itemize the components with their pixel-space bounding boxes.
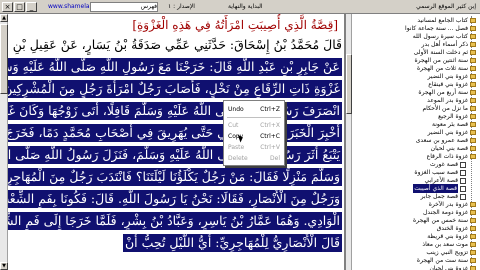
menu-item-cut[interactable]: Cut Ctrl+X bbox=[224, 120, 284, 131]
folder-icon bbox=[470, 218, 476, 223]
checkbox-icon[interactable] bbox=[460, 193, 466, 200]
selected-text-line[interactable]: يَتْبَعُ أَثَرَ رَسُولِ اللَّهِ صَلَّى ا… bbox=[8, 146, 342, 164]
menu-item-shortcut: Ctrl+X bbox=[260, 122, 280, 129]
selected-text-line[interactable]: قَالَ الْأَنْصَارِيُّ لِلْمُهَاجِرِيِّ: … bbox=[122, 234, 342, 252]
selected-text-line[interactable]: غَزْوَةِ ذَاتِ الرِّقَاعِ مِنْ نَخْلٍ، ف… bbox=[8, 80, 342, 98]
checkbox-icon[interactable] bbox=[460, 185, 466, 192]
menu-item-label: Paste bbox=[228, 144, 245, 151]
folder-icon bbox=[470, 154, 476, 159]
scroll-down-icon[interactable]: ▼ bbox=[0, 262, 8, 270]
menu-item-shortcut: Del bbox=[270, 155, 280, 162]
selected-text-line[interactable]: وَرَجُلٌ مِنَ الْأَنْصَارِ، فَقَالَا: نَ… bbox=[8, 190, 342, 208]
folder-icon bbox=[470, 122, 476, 127]
folder-icon bbox=[470, 98, 476, 103]
selected-text-line[interactable]: أُخْبِرَ الْخَبَرَ حَلَفَ لَا يَنْتَهِي … bbox=[8, 124, 342, 142]
folder-icon bbox=[470, 26, 476, 31]
window-controls: × □ _ bbox=[2, 2, 37, 12]
table-of-contents-tree[interactable]: كتاب الجامع لمسانيد فصل ... سنة جماعة كان… bbox=[344, 14, 480, 270]
book-text-panel[interactable]: [قِصَّةُ الَّذِي أُصِيبَتِ امْرَأَتُهُ ف… bbox=[8, 14, 344, 270]
folder-icon bbox=[470, 66, 476, 71]
checkbox-icon[interactable] bbox=[460, 169, 466, 176]
tree-scrollbar[interactable] bbox=[346, 14, 352, 270]
scroll-up-icon[interactable]: ▲ bbox=[0, 14, 8, 22]
checkbox-icon[interactable] bbox=[460, 177, 466, 184]
folder-icon bbox=[470, 106, 476, 111]
tree-item-label: غزوة بني لحيان bbox=[429, 265, 468, 270]
folder-icon bbox=[470, 34, 476, 39]
menu-item-shortcut: Ctrl+V bbox=[260, 144, 280, 151]
menu-item-paste[interactable]: Paste Ctrl+V bbox=[224, 142, 284, 153]
maximize-icon[interactable]: □ bbox=[14, 2, 25, 12]
folder-icon bbox=[470, 234, 476, 239]
volume-field[interactable]: فهرس bbox=[90, 2, 158, 12]
selected-text-line[interactable]: انْصَرَفَ رَسُولُ اللَّهِ صَلَّى اللَّهُ… bbox=[8, 102, 342, 120]
menu-item-label: Delete bbox=[228, 155, 248, 162]
folder-icon bbox=[470, 90, 476, 95]
chapter-title: [قِصَّةُ الَّذِي أُصِيبَتِ امْرَأَتُهُ ف… bbox=[132, 18, 338, 32]
folder-icon bbox=[470, 210, 476, 215]
edition-label: الإصدار : ١ bbox=[168, 3, 195, 10]
tree-item[interactable]: غزوة بني لحيان bbox=[429, 264, 476, 270]
menu-item-undo[interactable]: Undo Ctrl+Z bbox=[224, 104, 284, 115]
app-title: إبن كثير الموقع الرسمي bbox=[416, 3, 476, 10]
application-window: × □ _ www.shamela.ws فهرس الإصدار : ١ ال… bbox=[0, 0, 480, 270]
folder-icon bbox=[470, 202, 476, 207]
book-title: البداية والنهاية bbox=[228, 3, 263, 10]
menu-item-label: Undo bbox=[228, 106, 244, 113]
scroll-thumb[interactable] bbox=[0, 24, 8, 94]
context-menu: Undo Ctrl+Z Cut Ctrl+X Copy Ctrl+C Paste Ctr… bbox=[223, 100, 285, 166]
title-toolbar: × □ _ www.shamela.ws فهرس الإصدار : ١ ال… bbox=[0, 0, 480, 14]
menu-item-delete[interactable]: Delete Del bbox=[224, 153, 284, 164]
folder-icon bbox=[470, 242, 476, 247]
folder-icon bbox=[470, 146, 476, 151]
folder-icon bbox=[470, 266, 476, 270]
folder-icon bbox=[470, 258, 476, 263]
selected-text-line[interactable]: وَسَلَّمَ مَنْزِلًا فَقَالَ: مَنْ رَجُلٌ… bbox=[8, 168, 342, 186]
folder-icon bbox=[470, 42, 476, 47]
folder-icon bbox=[470, 130, 476, 135]
folder-icon bbox=[470, 250, 476, 255]
selected-text-line[interactable]: عَنْ جَابِرِ بْنِ عَبْدِ اللَّهِ قَالَ: … bbox=[8, 58, 342, 76]
selected-text-line[interactable]: الْوَادِي. وَهُمَا عَمَّارُ بْنُ يَاسِرٍ… bbox=[8, 212, 342, 230]
folder-icon bbox=[470, 82, 476, 87]
folder-icon bbox=[470, 226, 476, 231]
folder-icon bbox=[470, 18, 476, 23]
folder-icon bbox=[470, 74, 476, 79]
menu-item-shortcut: Ctrl+C bbox=[260, 133, 280, 140]
close-icon[interactable]: × bbox=[2, 2, 13, 12]
menu-item-shortcut: Ctrl+Z bbox=[260, 106, 280, 113]
text-scrollbar[interactable]: ▲ ▼ bbox=[0, 14, 8, 270]
checkbox-icon[interactable] bbox=[460, 161, 466, 168]
menu-item-label: Cut bbox=[228, 122, 239, 129]
folder-icon bbox=[470, 58, 476, 63]
folder-icon bbox=[470, 114, 476, 119]
tree-scroll-thumb[interactable] bbox=[346, 54, 352, 114]
folder-icon bbox=[470, 138, 476, 143]
minimize-icon[interactable]: _ bbox=[26, 2, 37, 12]
menu-item-copy[interactable]: Copy Ctrl+C bbox=[224, 131, 284, 142]
folder-icon bbox=[470, 50, 476, 55]
menu-separator bbox=[227, 117, 281, 118]
text-line[interactable]: قَالَ مُحَمَّدُ بْنُ إِسْحَاقَ: حَدَّثَن… bbox=[8, 36, 342, 54]
